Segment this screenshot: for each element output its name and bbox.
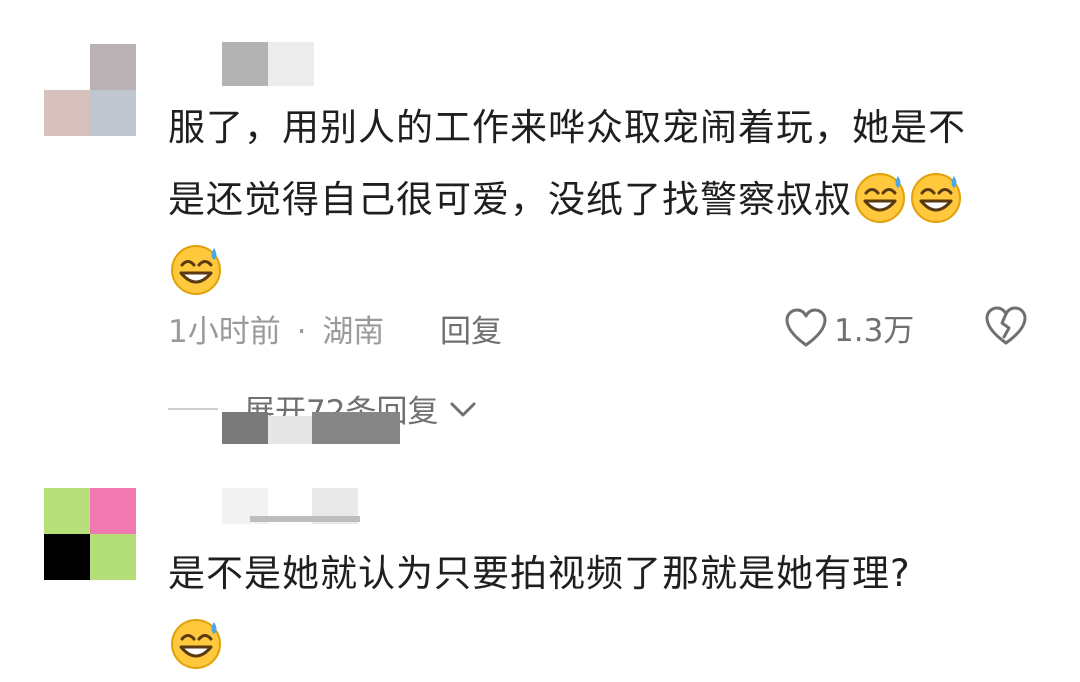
grinning-sweat-icon bbox=[168, 240, 224, 296]
like-button[interactable]: 1.3万 bbox=[784, 305, 914, 350]
comment-line: 是还觉得自己很可爱，没纸了找警察叔叔 bbox=[168, 178, 852, 221]
grinning-sweat-icon bbox=[908, 168, 964, 224]
comment-line: 是不是她就认为只要拍视频了那就是她有理? bbox=[168, 552, 911, 595]
broken-heart-icon bbox=[985, 306, 1027, 345]
redaction-mosaic bbox=[222, 412, 268, 444]
grinning-sweat-icon bbox=[852, 168, 908, 224]
username[interactable] bbox=[222, 42, 318, 86]
username[interactable] bbox=[222, 488, 362, 524]
comment-location: 湖南 bbox=[322, 314, 385, 350]
chevron-down-icon bbox=[450, 402, 476, 417]
redaction-mosaic bbox=[268, 416, 312, 444]
comment-time: 1小时前 bbox=[168, 314, 281, 350]
reply-button[interactable]: 回复 bbox=[440, 306, 502, 351]
heart-icon bbox=[785, 308, 827, 346]
dislike-button[interactable] bbox=[984, 305, 1028, 351]
grinning-sweat-icon bbox=[168, 614, 224, 670]
avatar[interactable] bbox=[44, 44, 136, 136]
comment-meta: 1小时前 · 湖南 bbox=[168, 306, 384, 351]
expand-divider bbox=[168, 408, 218, 410]
comment-text: 服了，用别人的工作来哗众取宠闹着玩，她是不 是还觉得自己很可爱，没纸了找警察叔叔 bbox=[168, 92, 1048, 308]
avatar[interactable] bbox=[44, 488, 136, 580]
comment-line: 服了，用别人的工作来哗众取宠闹着玩，她是不 bbox=[168, 106, 966, 149]
like-count: 1.3万 bbox=[834, 313, 915, 349]
meta-separator: · bbox=[296, 314, 307, 350]
comment-text: 是不是她就认为只要拍视频了那就是她有理? bbox=[168, 538, 1048, 682]
redaction-mosaic bbox=[312, 412, 400, 444]
